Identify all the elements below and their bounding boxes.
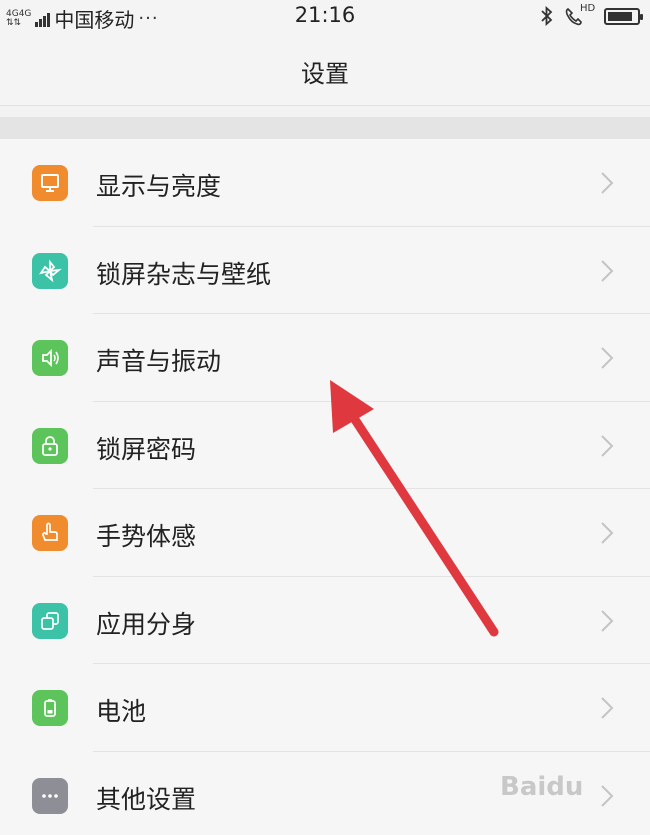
hd-label: HD: [580, 3, 596, 14]
settings-item-label: 显示与亮度: [96, 172, 222, 201]
speaker-icon: [32, 340, 68, 376]
settings-item-label: 电池: [96, 697, 147, 726]
settings-item-lockscreen-wallpaper[interactable]: 锁屏杂志与壁纸: [0, 227, 650, 314]
more-icon: [32, 777, 68, 814]
settings-item-label: 锁屏杂志与壁纸: [96, 259, 272, 289]
settings-item-app-clone[interactable]: 应用分身: [0, 577, 650, 664]
hand-gesture-icon: [32, 515, 68, 551]
chevron-right-icon: [601, 609, 614, 632]
battery-fill: [608, 11, 633, 21]
chevron-right-icon: [601, 784, 614, 807]
settings-item-battery[interactable]: 电池: [0, 664, 650, 752]
battery-status-icon: [604, 7, 643, 25]
settings-item-label: 应用分身: [96, 609, 197, 639]
settings-item-display-brightness[interactable]: 显示与亮度: [0, 139, 650, 227]
page-title: 设置: [301, 60, 349, 88]
watermark: Baidu: [500, 772, 584, 802]
settings-item-gesture-motion[interactable]: 手势体感: [0, 489, 650, 577]
chevron-right-icon: [601, 172, 614, 194]
settings-item-label: 声音与振动: [96, 347, 222, 376]
settings-item-label: 锁屏密码: [96, 434, 197, 464]
settings-item-lock-password[interactable]: 锁屏密码: [0, 402, 650, 489]
bluetooth-icon: [541, 6, 553, 26]
display-icon: [32, 165, 68, 201]
settings-item-label: 其他设置: [96, 784, 197, 814]
chevron-right-icon: [601, 697, 614, 719]
section-gap: [0, 117, 650, 139]
chevron-right-icon: [601, 434, 614, 457]
chevron-right-icon: [601, 259, 614, 282]
nav-bar: 设置: [0, 34, 650, 106]
status-bar: 4G4G ⇅⇅ 中国移动 ··· 21:16 HD: [0, 0, 650, 34]
status-right: HD: [540, 3, 643, 27]
chevron-right-icon: [601, 522, 614, 544]
settings-list: 显示与亮度 锁屏杂志与壁纸 声音与振动 锁屏密码 手势体感 应用分身 电池 其他…: [0, 139, 650, 835]
hd-call-icon: HD: [564, 3, 596, 27]
lock-icon: [32, 427, 68, 464]
app-clone-icon: [32, 602, 68, 639]
settings-item-sound-vibration[interactable]: 声音与振动: [0, 314, 650, 402]
chevron-right-icon: [601, 347, 614, 369]
pinwheel-icon: [32, 252, 68, 289]
settings-item-label: 手势体感: [96, 522, 197, 551]
battery-icon: [32, 690, 68, 726]
